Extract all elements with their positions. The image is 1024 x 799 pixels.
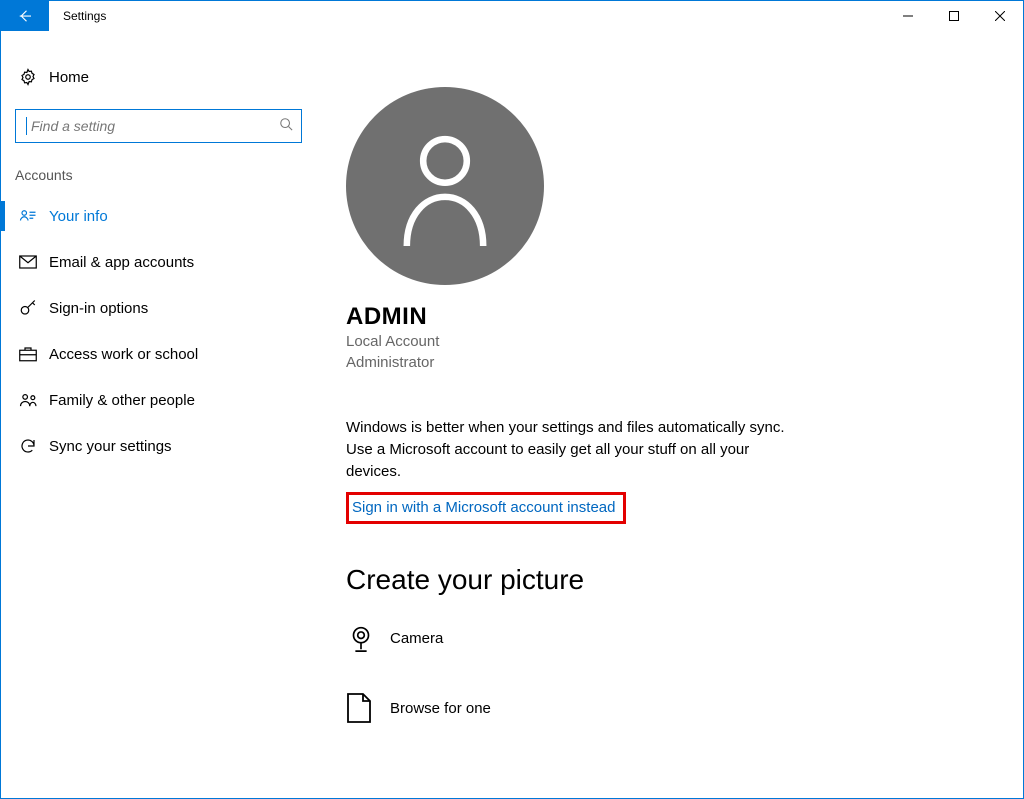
main-content: ADMIN Local Account Administrator Window… [316,31,1023,798]
home-nav[interactable]: Home [1,55,316,99]
briefcase-icon [19,346,49,362]
home-label: Home [49,69,89,86]
key-icon [19,299,49,317]
nav-sync-settings[interactable]: Sync your settings [1,423,316,469]
window-title: Settings [49,1,106,31]
nav-label: Your info [49,208,108,225]
search-box[interactable] [15,109,302,143]
minimize-button[interactable] [885,1,931,31]
profile-role: Administrator [346,352,983,373]
person-card-icon [19,207,49,225]
sidebar-section-title: Accounts [15,167,316,183]
sidebar: Home Accounts Your info [1,31,316,798]
nav-your-info[interactable]: Your info [1,193,316,239]
maximize-button[interactable] [931,1,977,31]
avatar [346,87,544,285]
file-icon [346,692,390,724]
create-picture-heading: Create your picture [346,564,983,596]
window-controls [885,1,1023,31]
browse-option[interactable]: Browse for one [346,680,983,736]
camera-option[interactable]: Camera [346,610,983,666]
sign-in-link-highlight: Sign in with a Microsoft account instead [346,492,626,524]
close-button[interactable] [977,1,1023,31]
search-container [15,109,302,143]
browse-label: Browse for one [390,700,491,717]
profile-username: ADMIN [346,303,983,331]
sync-icon [19,437,49,455]
settings-window: Settings Home [0,0,1024,799]
mail-icon [19,255,49,269]
nav-email-accounts[interactable]: Email & app accounts [1,239,316,285]
nav-label: Email & app accounts [49,254,194,271]
profile-account-type: Local Account [346,331,983,352]
search-icon [279,117,293,136]
search-input[interactable] [31,118,279,134]
back-button[interactable] [1,1,49,31]
nav-family-people[interactable]: Family & other people [1,377,316,423]
people-icon [19,392,49,408]
nav-work-school[interactable]: Access work or school [1,331,316,377]
window-body: Home Accounts Your info [1,31,1023,798]
close-icon [995,11,1005,21]
sign-in-microsoft-link[interactable]: Sign in with a Microsoft account instead [352,499,615,516]
person-icon [390,126,500,246]
titlebar-spacer [106,1,885,31]
minimize-icon [903,11,913,21]
sync-description: Windows is better when your settings and… [346,417,806,482]
nav-label: Sync your settings [49,438,172,455]
camera-icon [346,623,390,653]
gear-icon [19,68,49,86]
camera-label: Camera [390,630,443,647]
titlebar: Settings [1,1,1023,31]
nav-signin-options[interactable]: Sign-in options [1,285,316,331]
arrow-left-icon [16,7,34,25]
nav-label: Family & other people [49,392,195,409]
maximize-icon [949,11,959,21]
text-caret [26,117,27,135]
nav-label: Access work or school [49,346,198,363]
nav-label: Sign-in options [49,300,148,317]
